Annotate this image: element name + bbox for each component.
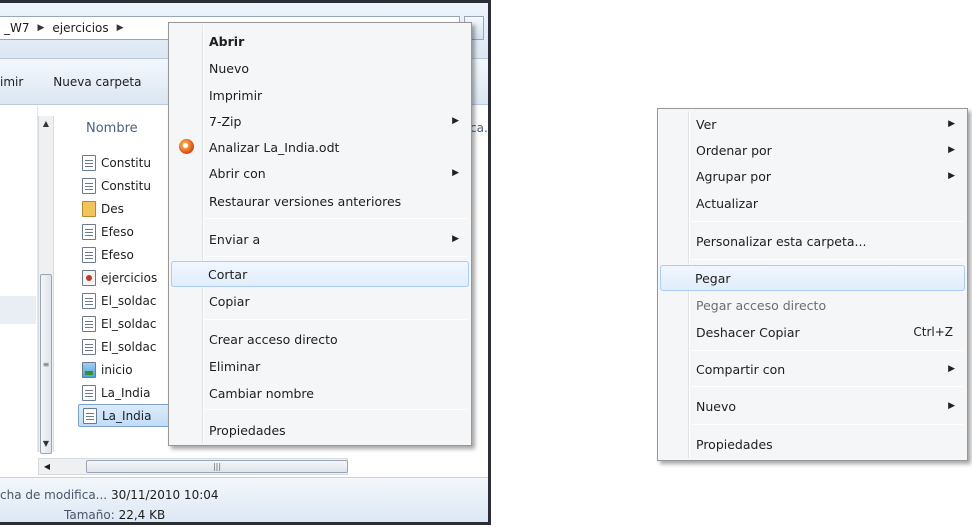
menu-item-imprimir[interactable]: Imprimir xyxy=(171,83,469,107)
menu-item-cortar[interactable]: Cortar xyxy=(171,261,469,287)
menu-item-compartir-con[interactable]: Compartir con ▶ xyxy=(660,357,965,381)
document-icon xyxy=(82,223,96,240)
menu-item-ordenar-por[interactable]: Ordenar por ▶ xyxy=(660,138,965,162)
column-header-name[interactable]: Nombre xyxy=(86,121,138,136)
document-icon xyxy=(82,246,96,263)
scrollbar-thumb[interactable]: ≡ xyxy=(40,274,52,454)
menu-item-propiedades[interactable]: Propiedades xyxy=(660,432,965,456)
document-icon xyxy=(82,292,96,309)
menu-separator xyxy=(205,319,467,320)
menu-item-analizar[interactable]: Analizar La_India.odt xyxy=(171,135,469,159)
menu-item-propiedades[interactable]: Propiedades xyxy=(171,418,469,442)
menu-item-pegar-acceso: Pegar acceso directo xyxy=(696,297,827,313)
image-icon xyxy=(82,361,96,378)
menu-separator xyxy=(691,424,963,425)
document-icon xyxy=(83,407,97,424)
file-name: Efeso xyxy=(101,247,134,262)
submenu-arrow-icon: ▶ xyxy=(948,401,955,411)
menu-separator xyxy=(691,221,963,222)
horizontal-scrollbar-thumb[interactable]: ||| xyxy=(86,460,348,473)
menu-item-copiar[interactable]: Copiar xyxy=(171,289,469,313)
antivirus-icon xyxy=(179,139,194,154)
menu-item-personalizar[interactable]: Personalizar esta carpeta... xyxy=(660,229,965,253)
details-pane: cha de modifica... 30/11/2010 10:04 Tama… xyxy=(0,477,488,522)
file-name: La_India xyxy=(102,408,152,423)
menu-item-cambiar-nombre[interactable]: Cambiar nombre xyxy=(171,381,469,405)
file-name: ejercicios xyxy=(101,270,158,285)
menu-separator xyxy=(205,256,467,257)
new-folder-button[interactable]: Nueva carpeta xyxy=(53,73,141,91)
file-name: El_soldac xyxy=(101,339,157,354)
scroll-down-icon[interactable]: ▼ xyxy=(39,436,53,452)
menu-item-7zip[interactable]: 7-Zip ▶ xyxy=(171,109,469,133)
menu-item-abrir-con[interactable]: Abrir con ▶ xyxy=(171,161,469,185)
menu-item-nuevo[interactable]: Nuevo xyxy=(171,56,469,80)
menu-separator xyxy=(691,386,963,387)
file-context-menu: Abrir Nuevo Imprimir 7-Zip ▶ Analizar La_… xyxy=(168,22,472,446)
html-icon xyxy=(82,269,96,286)
folder-icon xyxy=(82,200,96,217)
file-name: Efeso xyxy=(101,224,134,239)
nav-selected-item[interactable] xyxy=(0,296,36,324)
navigation-pane[interactable] xyxy=(0,106,38,452)
menu-item-eliminar[interactable]: Eliminar xyxy=(171,354,469,378)
file-name: Constitu xyxy=(101,178,151,193)
menu-separator xyxy=(691,259,963,260)
breadcrumb-item[interactable]: ejercicios xyxy=(52,21,108,35)
menu-item-nuevo[interactable]: Nuevo ▶ xyxy=(660,394,965,418)
menu-item-deshacer-copiar[interactable]: Deshacer Copiar Ctrl+Z xyxy=(660,320,965,344)
submenu-arrow-icon: ▶ xyxy=(948,364,955,374)
chevron-right-icon[interactable]: ▶ xyxy=(38,23,45,33)
shortcut-label: Ctrl+Z xyxy=(913,325,953,339)
menu-separator xyxy=(205,409,467,410)
file-name: La_India xyxy=(101,385,151,400)
menu-item-pegar[interactable]: Pegar xyxy=(660,265,965,291)
document-icon xyxy=(82,177,96,194)
submenu-arrow-icon: ▶ xyxy=(452,168,459,178)
scroll-left-icon[interactable]: ◀ xyxy=(39,459,55,474)
file-name: Constitu xyxy=(101,155,151,170)
document-icon xyxy=(82,338,96,355)
menu-item-restaurar[interactable]: Restaurar versiones anteriores xyxy=(171,189,469,213)
file-name: inicio xyxy=(101,362,133,377)
modified-value: 30/11/2010 10:04 xyxy=(110,488,219,502)
document-icon xyxy=(82,384,96,401)
file-name: El_soldac xyxy=(101,316,157,331)
column-header-fragment[interactable]: ca. xyxy=(470,121,488,135)
document-icon xyxy=(82,154,96,171)
menu-item-actualizar[interactable]: Actualizar xyxy=(660,191,965,215)
size-value: 22,4 KB xyxy=(118,508,166,522)
horizontal-scrollbar[interactable]: ◀ ||| xyxy=(38,458,348,475)
submenu-arrow-icon: ▶ xyxy=(948,145,955,155)
submenu-arrow-icon: ▶ xyxy=(452,116,459,126)
submenu-arrow-icon: ▶ xyxy=(452,234,459,244)
modified-label: cha de modifica... xyxy=(0,488,108,502)
menu-separator xyxy=(691,350,963,351)
file-name: Des xyxy=(101,201,124,216)
menu-item-abrir[interactable]: Abrir xyxy=(171,29,469,53)
chevron-right-icon[interactable]: ▶ xyxy=(117,23,124,33)
menu-item-enviar-a[interactable]: Enviar a ▶ xyxy=(171,227,469,251)
vertical-scrollbar[interactable]: ▲ ≡ ▼ xyxy=(38,116,54,454)
menu-item-crear-acceso[interactable]: Crear acceso directo xyxy=(171,327,469,351)
print-button[interactable]: imir xyxy=(0,73,23,91)
menu-separator xyxy=(205,218,467,219)
menu-item-agrupar-por[interactable]: Agrupar por ▶ xyxy=(660,164,965,188)
breadcrumb-item[interactable]: _W7 xyxy=(4,21,30,35)
file-name: El_soldac xyxy=(101,293,157,308)
background-context-menu: Ver ▶ Ordenar por ▶ Agrupar por ▶ Actualiza… xyxy=(657,108,968,461)
menu-item-ver[interactable]: Ver ▶ xyxy=(660,112,965,136)
submenu-arrow-icon: ▶ xyxy=(948,171,955,181)
document-icon xyxy=(82,315,96,332)
size-label: Tamaño: xyxy=(64,508,115,522)
scroll-up-icon[interactable]: ▲ xyxy=(39,116,53,132)
submenu-arrow-icon: ▶ xyxy=(948,119,955,129)
